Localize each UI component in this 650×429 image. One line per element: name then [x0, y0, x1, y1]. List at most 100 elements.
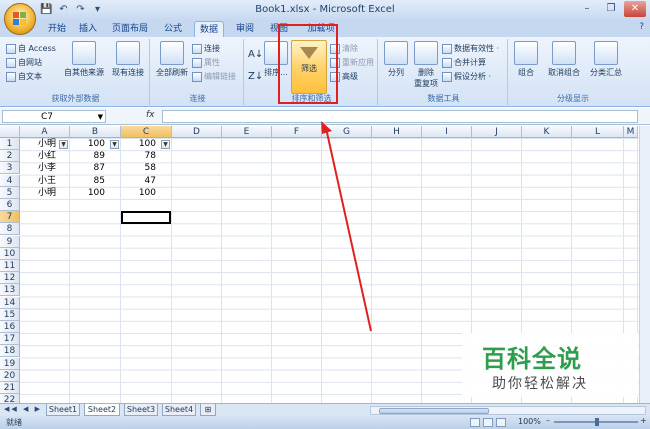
row-header-8[interactable]: 8: [0, 223, 20, 236]
cell-B1[interactable]: 100: [70, 138, 105, 150]
row-header-6[interactable]: 6: [0, 199, 20, 211]
tab-page-layout[interactable]: 页面布局: [108, 21, 152, 37]
vertical-scrollbar[interactable]: [639, 126, 650, 403]
row-header-5[interactable]: 5: [0, 186, 20, 199]
close-button[interactable]: ✕: [624, 1, 646, 17]
insert-sheet-icon[interactable]: ⊞: [200, 404, 216, 416]
filter-dropdown-B-icon[interactable]: ▼: [110, 139, 119, 149]
row-header-9[interactable]: 9: [0, 235, 20, 248]
cell-A1[interactable]: 小明: [38, 138, 56, 150]
row-header-19[interactable]: 19: [0, 357, 20, 370]
tab-formulas[interactable]: 公式: [160, 21, 186, 37]
sheet-tab-4[interactable]: Sheet4: [162, 404, 196, 416]
row-header-16[interactable]: 16: [0, 321, 20, 333]
cell-C5[interactable]: 100: [121, 187, 156, 199]
column-header-B[interactable]: B: [70, 126, 121, 138]
column-header-K[interactable]: K: [522, 126, 572, 138]
name-box[interactable]: C7 ▼: [2, 110, 106, 123]
row-header-11[interactable]: 11: [0, 260, 20, 272]
row-header-17[interactable]: 17: [0, 333, 20, 346]
column-header-F[interactable]: F: [272, 126, 322, 138]
row-header-13[interactable]: 13: [0, 284, 20, 297]
column-header-E[interactable]: E: [222, 126, 272, 138]
cell-C1[interactable]: 100: [121, 138, 156, 150]
minimize-button[interactable]: –: [576, 1, 598, 17]
column-header-D[interactable]: D: [172, 126, 222, 138]
column-header-H[interactable]: H: [372, 126, 422, 138]
cell-B4[interactable]: 85: [70, 175, 105, 187]
column-header-L[interactable]: L: [572, 126, 624, 138]
row-header-1[interactable]: 1: [0, 138, 20, 150]
remove-duplicates-button[interactable]: 删除 重复项: [412, 41, 440, 89]
cell-C4[interactable]: 47: [121, 175, 156, 187]
horizontal-scrollbar[interactable]: [370, 406, 646, 415]
row-header-4[interactable]: 4: [0, 174, 20, 187]
filter-dropdown-A-icon[interactable]: ▼: [59, 139, 68, 149]
refresh-all-button[interactable]: 全部刷新: [154, 41, 190, 78]
chevron-down-icon[interactable]: ▼: [98, 111, 103, 123]
row-header-21[interactable]: 21: [0, 382, 20, 394]
office-button[interactable]: [4, 3, 36, 35]
text-to-columns-button[interactable]: 分列: [382, 41, 410, 78]
row-header-14[interactable]: 14: [0, 296, 20, 309]
row-header-7[interactable]: 7: [0, 211, 20, 224]
cell-A2[interactable]: 小红: [38, 150, 56, 162]
tab-data[interactable]: 数据: [194, 21, 224, 37]
ribbon-help-icon[interactable]: ?: [639, 22, 644, 32]
zoom-out-icon[interactable]: –: [546, 416, 550, 425]
formula-input[interactable]: [162, 110, 638, 123]
zoom-in-icon[interactable]: +: [640, 416, 647, 425]
select-all-corner[interactable]: [0, 126, 20, 138]
sheet-tab-1[interactable]: Sheet1: [46, 404, 80, 416]
existing-connections-button[interactable]: 现有连接: [108, 41, 148, 78]
cell-A3[interactable]: 小李: [38, 162, 56, 174]
sort-za-icon[interactable]: Z↓: [248, 71, 263, 82]
from-web-button[interactable]: 自网站: [6, 57, 42, 68]
tab-review[interactable]: 审阅: [232, 21, 258, 37]
consolidate-button[interactable]: 合并计算: [442, 57, 486, 68]
cell-A4[interactable]: 小王: [38, 175, 56, 187]
normal-view-icon[interactable]: [470, 418, 480, 427]
group-button[interactable]: 组合: [512, 41, 540, 78]
column-header-I[interactable]: I: [422, 126, 472, 138]
cell-A5[interactable]: 小明: [38, 187, 56, 199]
zoom-slider-knob[interactable]: [595, 418, 599, 426]
column-header-M[interactable]: M: [624, 126, 638, 138]
cell-C2[interactable]: 78: [121, 150, 156, 162]
cell-B5[interactable]: 100: [70, 187, 105, 199]
tab-home[interactable]: 开始: [40, 21, 74, 37]
scroll-thumb[interactable]: [379, 408, 489, 414]
cell-B3[interactable]: 87: [70, 162, 105, 174]
connections-button[interactable]: 连接: [192, 43, 220, 54]
tab-insert[interactable]: 插入: [76, 21, 100, 37]
from-text-button[interactable]: 自文本: [6, 71, 42, 82]
column-header-C[interactable]: C: [121, 126, 172, 138]
row-header-20[interactable]: 20: [0, 369, 20, 382]
column-header-A[interactable]: A: [20, 126, 70, 138]
cell-C3[interactable]: 58: [121, 162, 156, 174]
row-header-22[interactable]: 22: [0, 394, 20, 403]
from-other-sources-button[interactable]: 自其他来源: [62, 41, 106, 78]
subtotal-button[interactable]: 分类汇总: [586, 41, 626, 78]
filter-dropdown-C-icon[interactable]: ▼: [161, 139, 170, 149]
maximize-button[interactable]: ❐: [600, 1, 622, 17]
sort-az-icon[interactable]: A↓: [248, 49, 263, 60]
row-header-10[interactable]: 10: [0, 247, 20, 260]
sheet-tab-3[interactable]: Sheet3: [124, 404, 158, 416]
data-validation-button[interactable]: 数据有效性 ·: [442, 43, 499, 54]
row-header-2[interactable]: 2: [0, 150, 20, 163]
row-header-15[interactable]: 15: [0, 308, 20, 321]
zoom-level[interactable]: 100%: [518, 417, 541, 426]
column-header-G[interactable]: G: [322, 126, 372, 138]
page-layout-view-icon[interactable]: [483, 418, 493, 427]
column-header-J[interactable]: J: [472, 126, 522, 138]
what-if-button[interactable]: 假设分析 ·: [442, 71, 491, 82]
cell-B2[interactable]: 89: [70, 150, 105, 162]
page-break-view-icon[interactable]: [496, 418, 506, 427]
insert-function-icon[interactable]: fx: [146, 110, 155, 120]
edit-links-button[interactable]: 编辑链接: [192, 71, 236, 82]
ungroup-button[interactable]: 取消组合: [542, 41, 586, 78]
row-header-18[interactable]: 18: [0, 345, 20, 358]
sheet-tab-2[interactable]: Sheet2: [84, 404, 120, 416]
properties-button[interactable]: 属性: [192, 57, 220, 68]
